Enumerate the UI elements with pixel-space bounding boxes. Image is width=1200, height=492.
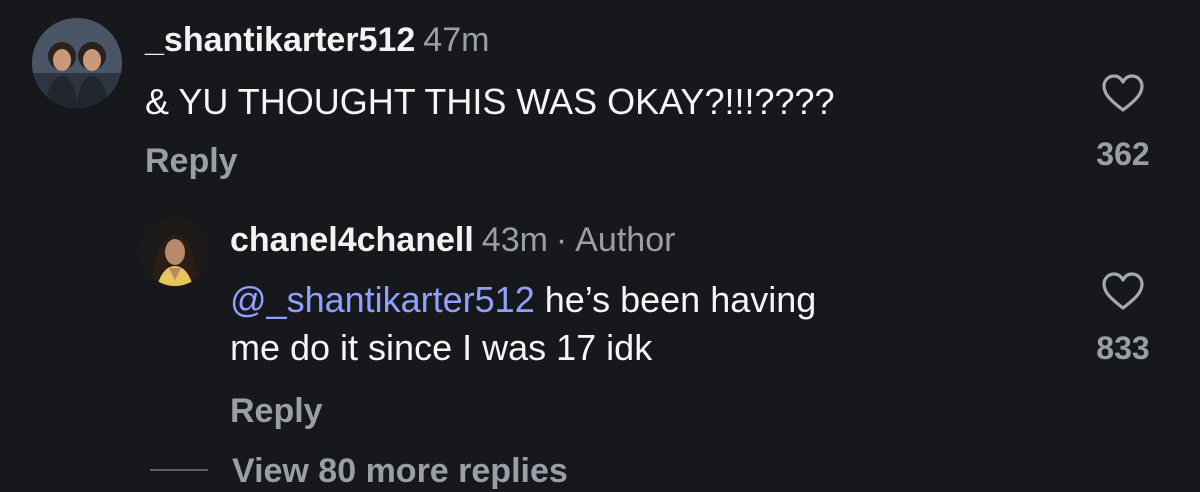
username[interactable]: _shantikarter512	[145, 21, 415, 59]
view-more-replies-label: View 80 more replies	[232, 452, 568, 490]
avatar[interactable]	[141, 218, 209, 286]
comment-text-line-2: me do it since I was 17 idk	[230, 327, 653, 368]
timestamp: 43m	[481, 221, 548, 259]
comment-text-line-1: he’s been having	[534, 279, 817, 320]
avatar-image	[141, 218, 209, 286]
divider	[150, 468, 208, 471]
separator: ·	[555, 221, 568, 259]
avatar[interactable]	[32, 18, 122, 108]
heart-outline-icon[interactable]	[1100, 270, 1146, 312]
timestamp: 47m	[423, 21, 490, 59]
avatar-image	[32, 18, 122, 108]
like-column: 362	[1078, 72, 1168, 173]
comment-text: & YU THOUGHT THIS WAS OKAY?!!!????	[145, 81, 835, 122]
reply-button[interactable]: Reply	[145, 142, 238, 181]
mention-link[interactable]: @_shantikarter512	[230, 279, 535, 320]
username[interactable]: chanel4chanell	[230, 221, 474, 259]
reply-button[interactable]: Reply	[230, 392, 323, 431]
comment-text: @_shantikarter512 he’s been having me do…	[230, 276, 1030, 372]
comment-thread: _shantikarter512 47m & YU THOUGHT THIS WA…	[0, 0, 1200, 492]
author-badge: Author	[575, 221, 676, 259]
view-more-replies-button[interactable]: View 80 more replies	[150, 452, 568, 492]
like-count: 362	[1096, 136, 1150, 172]
comment-header: _shantikarter512 47m	[145, 20, 489, 60]
heart-outline-icon[interactable]	[1100, 72, 1146, 114]
comment-header: chanel4chanell 43m · Author	[230, 220, 675, 260]
like-column: 833	[1078, 270, 1168, 367]
like-count: 833	[1096, 330, 1150, 366]
